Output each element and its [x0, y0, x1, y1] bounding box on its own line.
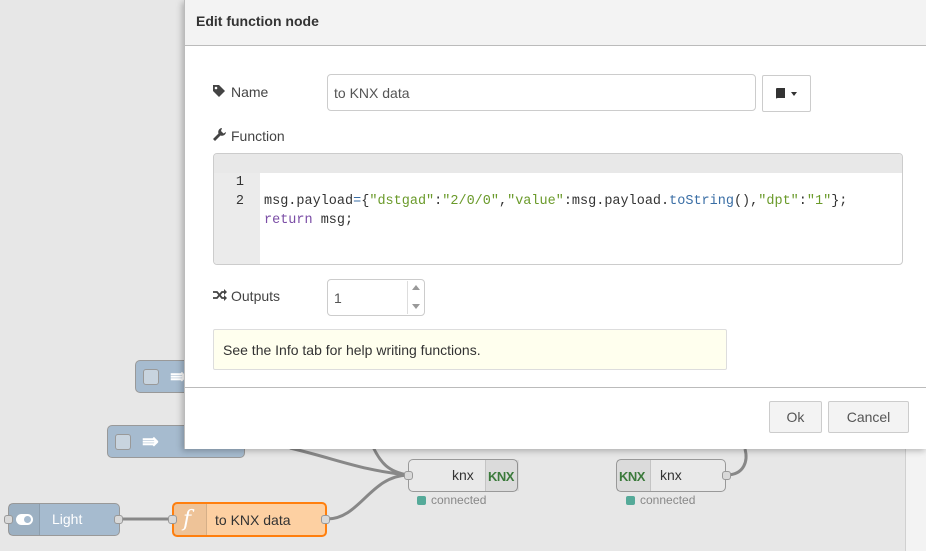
code-line-text: return msg;	[264, 213, 354, 228]
inject-node-top-port[interactable]	[143, 369, 159, 385]
knx-in-node-output-port[interactable]	[722, 471, 731, 480]
knx-in-status: connected	[626, 494, 695, 506]
name-label: Name	[213, 84, 268, 100]
code-editor[interactable]: 1 msg.payload={"dstgad":"2/0/0","value":…	[213, 153, 903, 265]
sidebar-edge	[905, 445, 926, 551]
knx-out-status: connected	[417, 494, 486, 506]
wrench-icon	[213, 128, 227, 144]
light-node-input-port[interactable]	[4, 515, 13, 524]
inject-node-button[interactable]	[115, 434, 131, 450]
tag-icon	[213, 85, 227, 100]
function-node-label: to KNX data	[215, 512, 291, 528]
light-node-label: Light	[52, 511, 83, 527]
toggle-icon	[9, 504, 40, 535]
function-icon: f	[174, 504, 207, 535]
knx-in-node-label: knx	[660, 467, 682, 483]
knx-out-node[interactable]: knx KNX	[404, 459, 519, 492]
shuffle-icon	[213, 289, 227, 304]
status-dot-icon	[626, 496, 635, 505]
line-number: 2	[235, 194, 244, 209]
function-node-output-port[interactable]	[321, 515, 330, 524]
ok-button[interactable]: Ok	[769, 401, 822, 433]
code-line-text: msg.payload={"dstgad":"2/0/0","value":ms…	[264, 194, 848, 209]
knx-out-node-input-port[interactable]	[404, 471, 413, 480]
light-node[interactable]: Light	[4, 503, 123, 536]
knx-logo-icon: KNX	[485, 460, 519, 491]
knx-out-node-label: knx	[452, 467, 474, 483]
function-node[interactable]: f to KNX data	[168, 502, 330, 537]
cancel-button[interactable]: Cancel	[828, 401, 909, 433]
knx-logo-icon: KNX	[617, 460, 651, 491]
arrow-icon: ⇛	[142, 431, 159, 453]
code-line[interactable]: 2 return msg;	[214, 173, 902, 228]
function-node-input-port[interactable]	[168, 515, 177, 524]
outputs-spinner[interactable]	[407, 281, 425, 314]
name-input[interactable]	[327, 74, 756, 111]
book-icon	[775, 87, 799, 104]
status-dot-icon	[417, 496, 426, 505]
outputs-label: Outputs	[213, 288, 280, 304]
code-line[interactable]: 1 msg.payload={"dstgad":"2/0/0","value":…	[214, 154, 902, 209]
footer-divider	[185, 387, 926, 388]
library-button[interactable]	[762, 75, 811, 112]
light-node-output-port[interactable]	[114, 515, 123, 524]
info-tip: See the Info tab for help writing functi…	[213, 329, 727, 370]
spinner-up-icon[interactable]	[412, 285, 420, 290]
edit-function-dialog: Edit function node Name Function 1 msg.p…	[184, 0, 926, 449]
function-label: Function	[213, 128, 285, 144]
spinner-down-icon[interactable]	[412, 304, 420, 309]
knx-in-node[interactable]: KNX knx	[616, 459, 731, 492]
dialog-title: Edit function node	[196, 13, 319, 29]
dialog-header: Edit function node	[185, 0, 926, 46]
